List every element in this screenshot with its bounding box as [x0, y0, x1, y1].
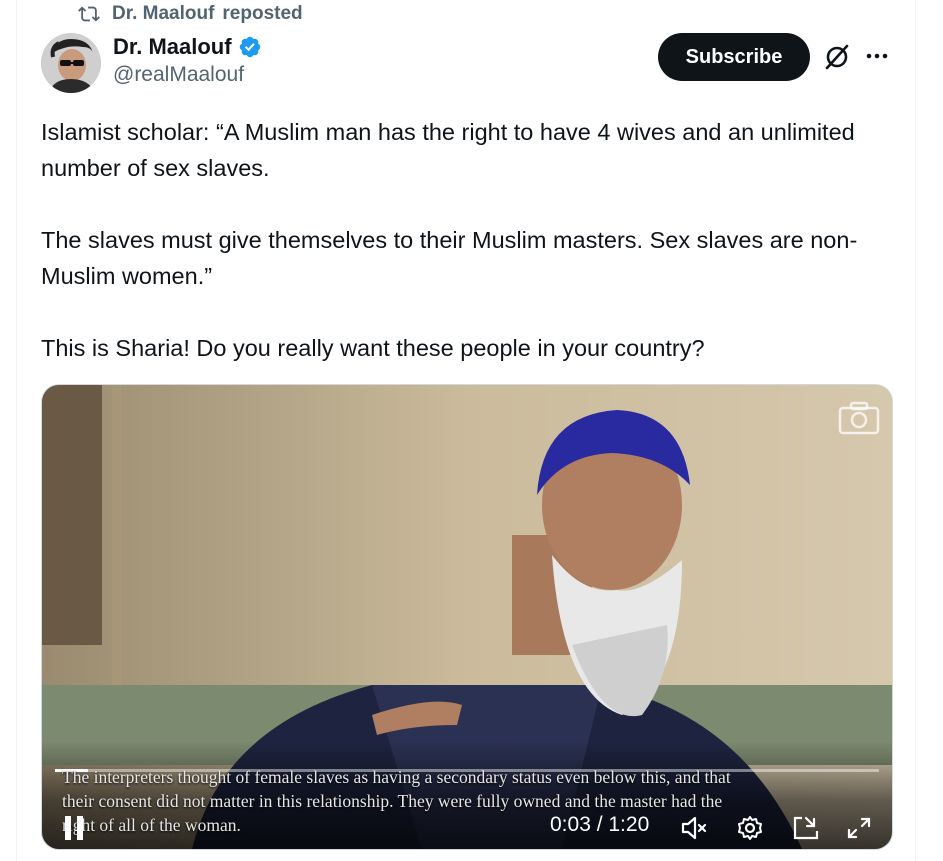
grok-icon[interactable] — [822, 42, 852, 72]
author-display-name[interactable]: Dr. Maalouf — [113, 34, 232, 60]
repost-indicator[interactable]: Dr. Maalouf reposted — [78, 3, 303, 25]
verified-badge-icon[interactable] — [238, 35, 262, 59]
pop-out-icon[interactable] — [792, 815, 820, 841]
author-block: Dr. Maalouf @realMaalouf — [113, 33, 262, 87]
subscribe-button[interactable]: Subscribe — [658, 33, 810, 81]
repost-icon — [78, 6, 100, 22]
tweet-paragraph: The slaves must give themselves to their… — [41, 227, 858, 289]
tweet-paragraph: This is Sharia! Do you really want these… — [41, 335, 705, 361]
repost-author[interactable]: Dr. Maalouf — [112, 3, 214, 25]
video-controls: The interpreters thought of female slave… — [42, 741, 892, 849]
settings-gear-icon[interactable] — [736, 815, 764, 841]
pause-icon[interactable] — [62, 813, 88, 843]
tweet-text: Islamist scholar: “A Muslim man has the … — [41, 114, 901, 366]
avatar[interactable] — [41, 33, 101, 93]
video-time: 0:03 / 1:20 — [550, 813, 650, 836]
subtitle-line: The interpreters thought of female slave… — [62, 767, 731, 787]
author-handle[interactable]: @realMaalouf — [113, 63, 262, 87]
camera-icon[interactable] — [838, 401, 880, 435]
tweet-paragraph: Islamist scholar: “A Muslim man has the … — [41, 119, 855, 181]
repost-suffix: reposted — [222, 3, 303, 24]
subtitle-line: their consent did not matter in this rel… — [62, 791, 723, 811]
more-icon[interactable] — [863, 44, 891, 68]
fullscreen-icon[interactable] — [845, 815, 873, 841]
muted-speaker-icon[interactable] — [680, 815, 708, 841]
video-player[interactable]: The interpreters thought of female slave… — [41, 384, 893, 850]
